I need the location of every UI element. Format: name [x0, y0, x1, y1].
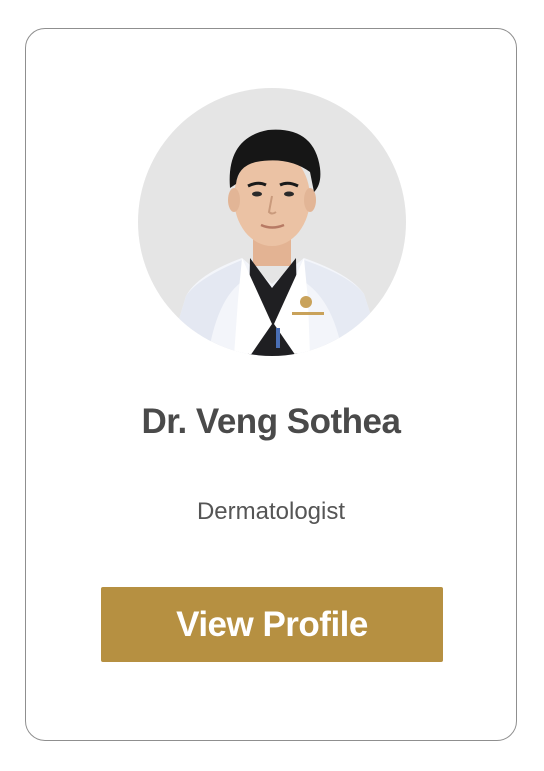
doctor-specialty: Dermatologist [196, 498, 346, 525]
doctor-card: Dr. Veng Sothea Dermatologist View Profi… [25, 28, 517, 741]
avatar [138, 88, 406, 356]
doctor-portrait-image [168, 129, 384, 356]
view-profile-button[interactable]: View Profile [101, 587, 443, 662]
doctor-name: Dr. Veng Sothea [141, 402, 401, 441]
